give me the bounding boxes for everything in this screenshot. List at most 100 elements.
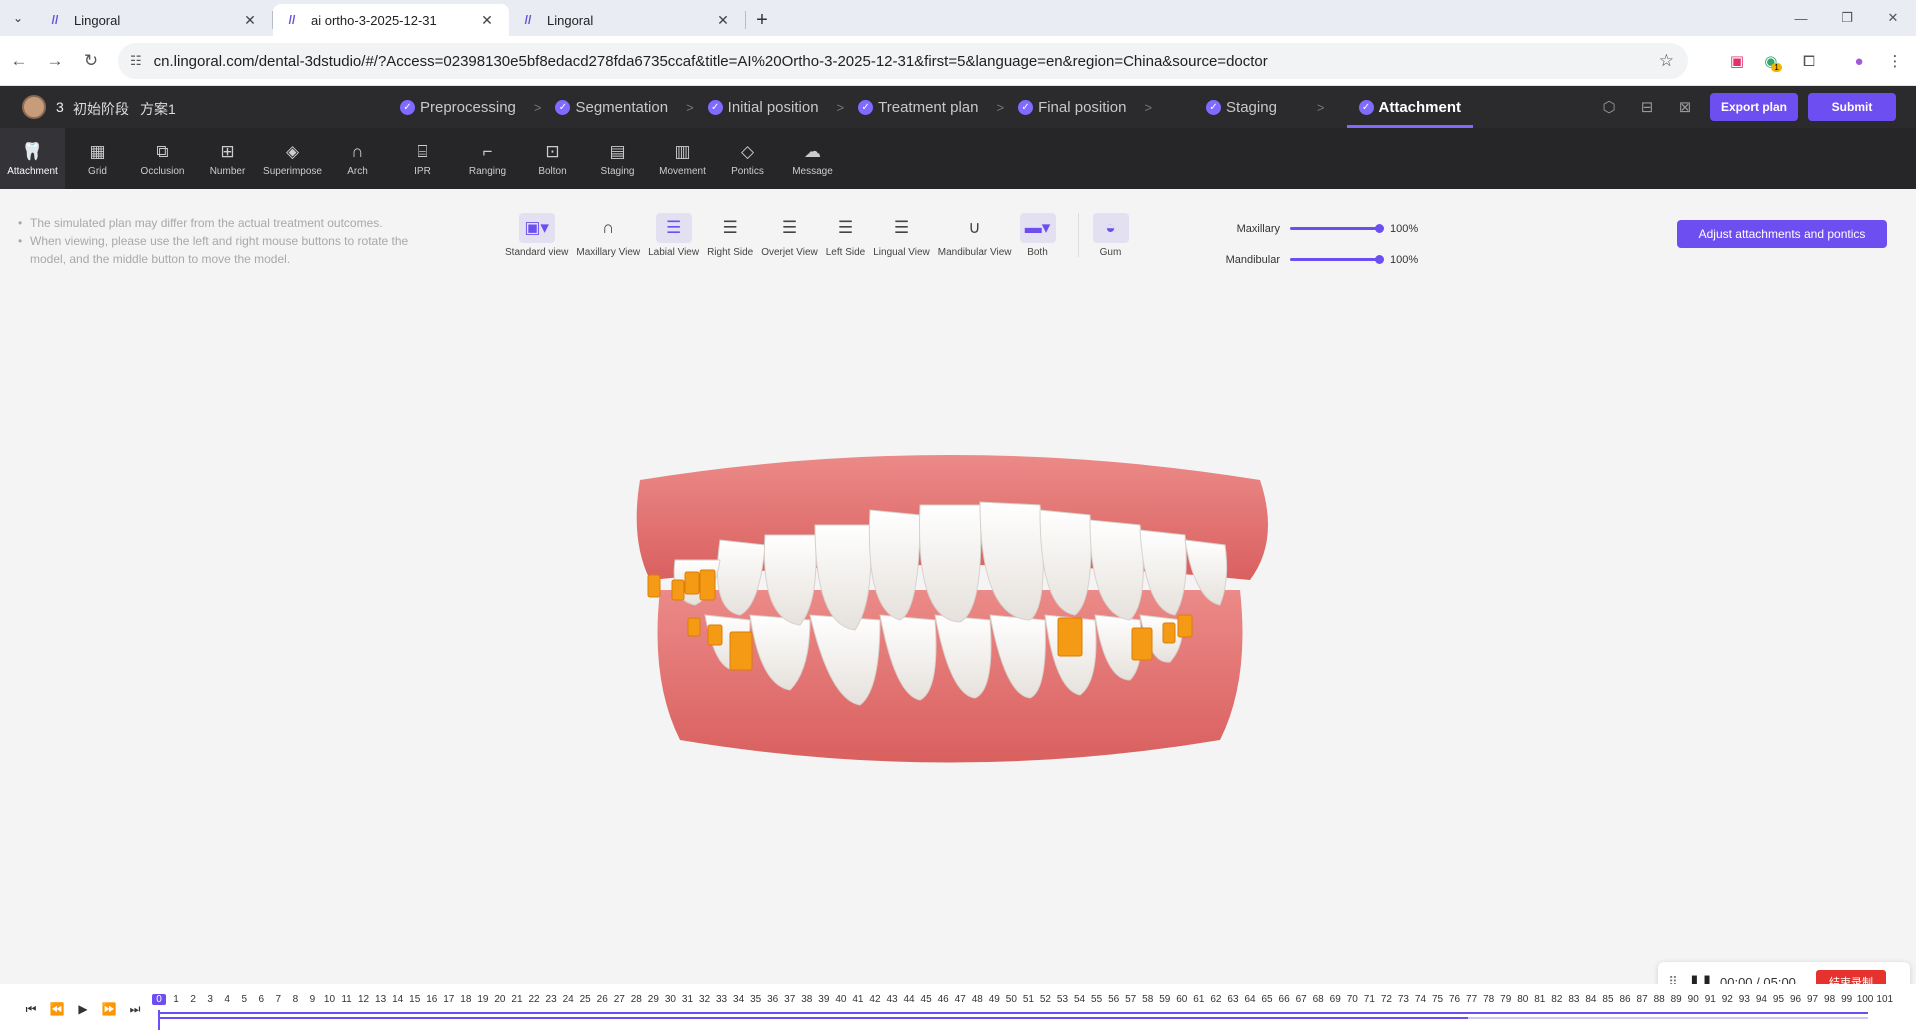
timeline-step[interactable]: 89 xyxy=(1669,994,1683,1005)
browser-tab-1[interactable]: // Lingoral ✕ xyxy=(36,4,272,36)
timeline-step[interactable]: 66 xyxy=(1277,994,1291,1005)
timeline-step[interactable]: 12 xyxy=(357,994,371,1005)
view-labial-view[interactable]: ☰ Labial View xyxy=(648,213,699,258)
timeline-step[interactable]: 101 xyxy=(1876,994,1893,1005)
cube-view-icon[interactable]: ⬡ xyxy=(1590,98,1628,116)
timeline-step[interactable]: 55 xyxy=(1090,994,1104,1005)
timeline-step[interactable]: 39 xyxy=(817,994,831,1005)
new-tab-icon[interactable]: + xyxy=(746,4,778,36)
maxillary-opacity-slider[interactable] xyxy=(1290,224,1384,233)
tool-ipr[interactable]: ⌸ IPR xyxy=(390,128,455,189)
timeline-step[interactable]: 23 xyxy=(544,994,558,1005)
timeline-step[interactable]: 96 xyxy=(1789,994,1803,1005)
timeline-step[interactable]: 34 xyxy=(732,994,746,1005)
view-mandibular-view[interactable]: ∪ Mandibular View xyxy=(938,213,1012,258)
browser-tab-3[interactable]: // Lingoral ✕ xyxy=(509,4,745,36)
timeline-step[interactable]: 28 xyxy=(629,994,643,1005)
timeline-step[interactable]: 59 xyxy=(1158,994,1172,1005)
view-maxillary-view[interactable]: ∩ Maxillary View xyxy=(576,213,640,258)
view-standard-view[interactable]: ▣▾ Standard view xyxy=(505,213,568,258)
view-lingual-view[interactable]: ☰ Lingual View xyxy=(873,213,930,258)
timeline-step[interactable]: 75 xyxy=(1431,994,1445,1005)
extensions-puzzle-icon[interactable]: ⧠ xyxy=(1792,44,1826,78)
timeline-step[interactable]: 38 xyxy=(800,994,814,1005)
timeline-step[interactable]: 21 xyxy=(510,994,524,1005)
timeline-step[interactable]: 36 xyxy=(766,994,780,1005)
timeline-step[interactable]: 19 xyxy=(476,994,490,1005)
timeline-step[interactable]: 5 xyxy=(237,994,251,1005)
tool-movement[interactable]: ▥ Movement xyxy=(650,128,715,189)
timeline-step[interactable]: 78 xyxy=(1482,994,1496,1005)
timeline-step[interactable]: 32 xyxy=(698,994,712,1005)
tool-occlusion[interactable]: ⧉ Occlusion xyxy=(130,128,195,189)
step-final-position[interactable]: ✓ Final position > xyxy=(1018,86,1166,128)
timeline-step[interactable]: 54 xyxy=(1073,994,1087,1005)
translate-extension-icon[interactable]: ▣ xyxy=(1720,44,1754,78)
timeline-step[interactable]: 52 xyxy=(1038,994,1052,1005)
plan-name[interactable]: 方案1 xyxy=(140,99,176,119)
step-segmentation[interactable]: ✓ Segmentation > xyxy=(555,86,707,128)
timeline-step[interactable]: 8 xyxy=(288,994,302,1005)
timeline-step[interactable]: 53 xyxy=(1055,994,1069,1005)
timeline-step[interactable]: 31 xyxy=(680,994,694,1005)
extension-icon[interactable]: ◉ 1 xyxy=(1756,44,1790,78)
timeline-step[interactable]: 7 xyxy=(271,994,285,1005)
timeline-step[interactable]: 60 xyxy=(1175,994,1189,1005)
timeline-step[interactable]: 27 xyxy=(612,994,626,1005)
timeline-step[interactable]: 97 xyxy=(1806,994,1820,1005)
timeline-step[interactable]: 57 xyxy=(1124,994,1138,1005)
export-plan-button[interactable]: Export plan xyxy=(1710,93,1798,121)
timeline-step[interactable]: 29 xyxy=(646,994,660,1005)
timeline-step[interactable]: 94 xyxy=(1754,994,1768,1005)
tool-superimpose[interactable]: ◈ Superimpose xyxy=(260,128,325,189)
timeline-step[interactable]: 63 xyxy=(1226,994,1240,1005)
timeline-step[interactable]: 69 xyxy=(1328,994,1342,1005)
timeline-step[interactable]: 22 xyxy=(527,994,541,1005)
timeline-step[interactable]: 73 xyxy=(1396,994,1410,1005)
timeline-step[interactable]: 41 xyxy=(851,994,865,1005)
browser-menu-icon[interactable]: ⋮ xyxy=(1878,44,1912,78)
timeline-step[interactable]: 93 xyxy=(1737,994,1751,1005)
tool-bolton[interactable]: ⊡ Bolton xyxy=(520,128,585,189)
timeline-step[interactable]: 30 xyxy=(663,994,677,1005)
url-bar[interactable]: ☷ cn.lingoral.com/dental-3dstudio/#/?Acc… xyxy=(118,43,1688,79)
timeline-step[interactable]: 87 xyxy=(1635,994,1649,1005)
tab-list-icon[interactable]: ⌄ xyxy=(0,0,36,36)
timeline-step[interactable]: 100 xyxy=(1857,994,1874,1005)
previous-step-icon[interactable]: ⏪ xyxy=(44,1002,70,1017)
timeline-step[interactable]: 72 xyxy=(1379,994,1393,1005)
timeline-step[interactable]: 26 xyxy=(595,994,609,1005)
bookmark-star-icon[interactable]: ☆ xyxy=(1659,51,1674,71)
play-icon[interactable]: ▶ xyxy=(70,1002,96,1017)
timeline-step[interactable]: 15 xyxy=(408,994,422,1005)
timeline-step[interactable]: 17 xyxy=(442,994,456,1005)
timeline-step[interactable]: 44 xyxy=(902,994,916,1005)
profile-avatar[interactable]: ● xyxy=(1842,44,1876,78)
timeline-step[interactable]: 80 xyxy=(1516,994,1530,1005)
forward-icon[interactable]: → xyxy=(38,44,72,78)
timeline-step[interactable]: 79 xyxy=(1499,994,1513,1005)
timeline-step[interactable]: 13 xyxy=(374,994,388,1005)
timeline-step[interactable]: 91 xyxy=(1703,994,1717,1005)
timeline-step[interactable]: 16 xyxy=(425,994,439,1005)
timeline-step[interactable]: 50 xyxy=(1004,994,1018,1005)
inbox-icon[interactable]: ⊟ xyxy=(1628,98,1666,116)
timeline-step[interactable]: 11 xyxy=(340,994,354,1005)
timeline-step[interactable]: 35 xyxy=(749,994,763,1005)
tool-staging[interactable]: ▤ Staging xyxy=(585,128,650,189)
step-preprocessing[interactable]: ✓ Preprocessing > xyxy=(400,86,555,128)
site-info-icon[interactable]: ☷ xyxy=(130,53,142,69)
timeline-step[interactable]: 42 xyxy=(868,994,882,1005)
restore-icon[interactable]: ❐ xyxy=(1824,0,1870,36)
timeline-step[interactable]: 47 xyxy=(953,994,967,1005)
back-icon[interactable]: ← xyxy=(2,44,36,78)
close-window-icon[interactable]: ✕ xyxy=(1870,0,1916,36)
timeline-step[interactable]: 46 xyxy=(936,994,950,1005)
tool-arch[interactable]: ∩ Arch xyxy=(325,128,390,189)
close-tab-icon[interactable]: ✕ xyxy=(240,12,260,29)
timeline-step[interactable]: 64 xyxy=(1243,994,1257,1005)
view-both[interactable]: ▬▾ Both xyxy=(1019,213,1056,258)
minimize-icon[interactable]: — xyxy=(1778,0,1824,36)
dental-3d-model[interactable] xyxy=(630,440,1270,780)
timeline-step[interactable]: 95 xyxy=(1771,994,1785,1005)
